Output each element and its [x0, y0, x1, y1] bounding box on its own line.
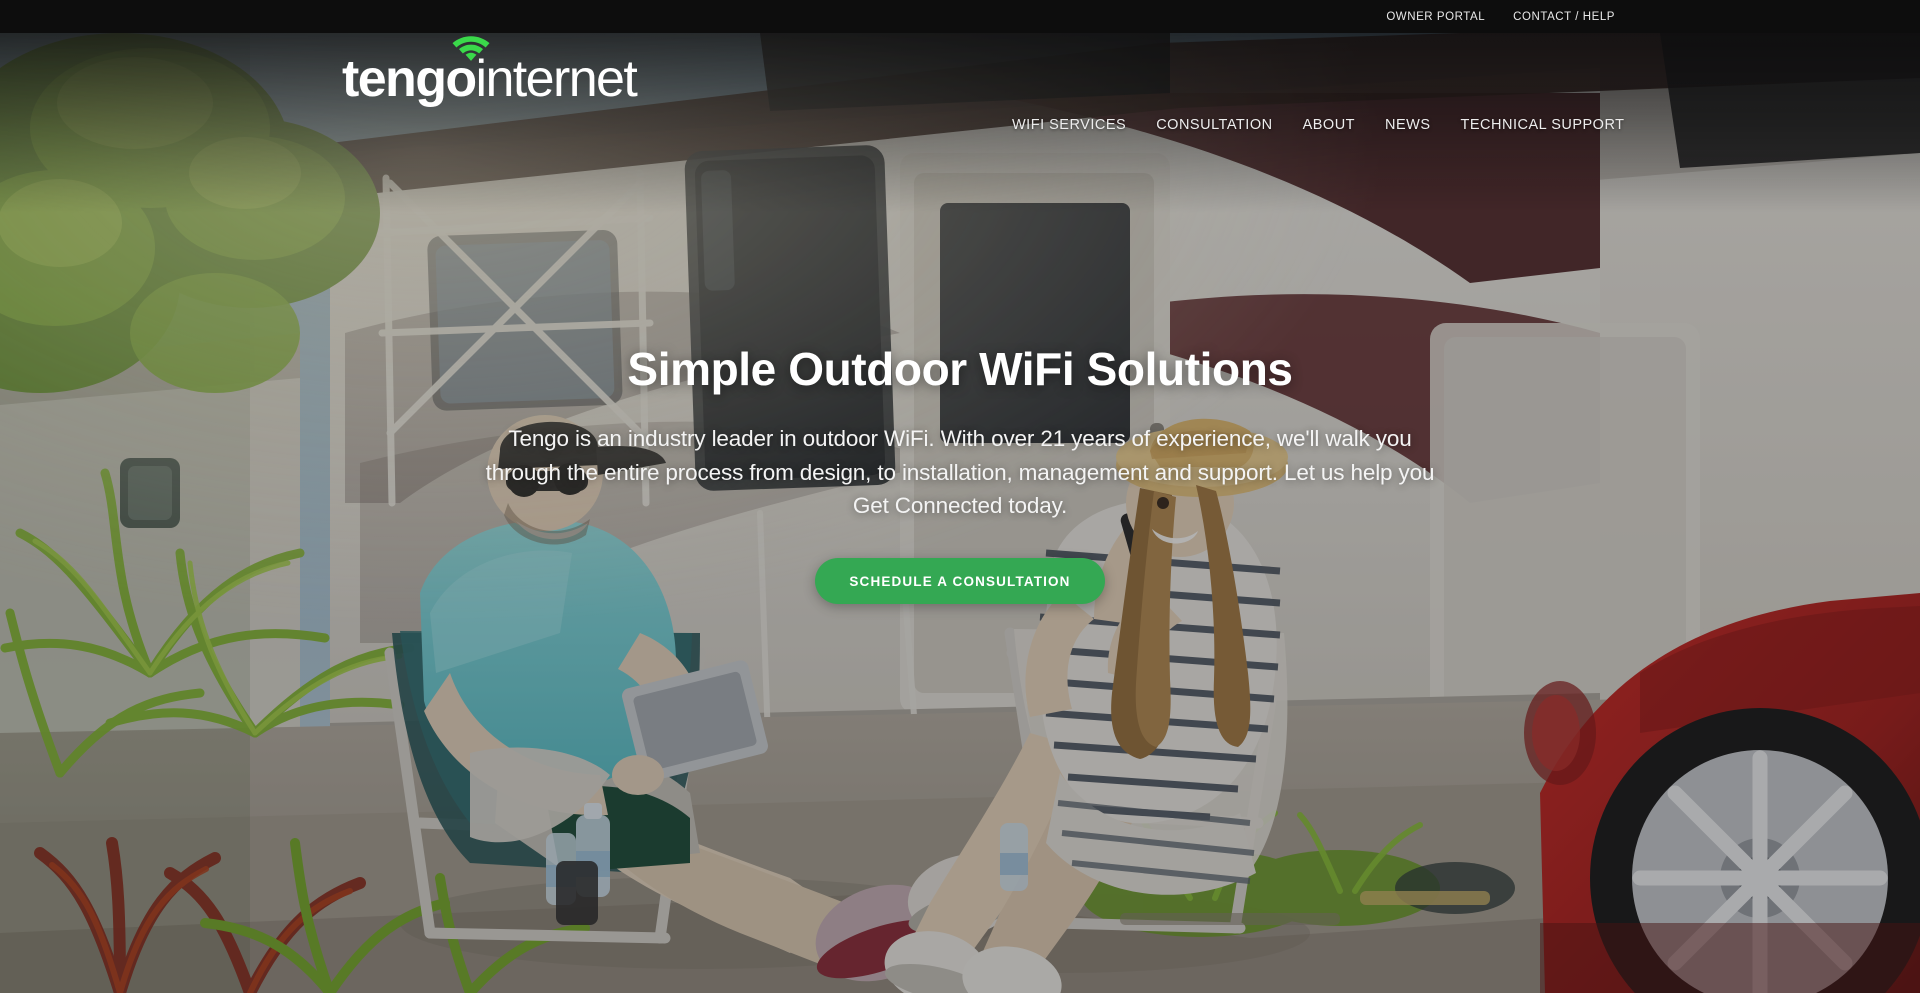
contact-help-link[interactable]: CONTACT / HELP	[1513, 11, 1615, 23]
nav-about[interactable]: ABOUT	[1303, 117, 1355, 133]
nav-wifi-services[interactable]: WIFI SERVICES	[1012, 117, 1126, 133]
owner-portal-link[interactable]: OWNER PORTAL	[1386, 11, 1485, 23]
schedule-consultation-button[interactable]: SCHEDULE A CONSULTATION	[815, 558, 1105, 605]
nav-technical-support[interactable]: TECHNICAL SUPPORT	[1461, 117, 1625, 133]
brand-name-light: internet	[475, 50, 638, 108]
page-title: Simple Outdoor WiFi Solutions	[627, 343, 1293, 395]
brand-logo[interactable]: tengointernet	[342, 36, 638, 108]
top-utility-links: OWNER PORTAL CONTACT / HELP	[1386, 11, 1920, 23]
wifi-icon	[452, 36, 490, 61]
main-navigation: WIFI SERVICES CONSULTATION ABOUT NEWS TE…	[1012, 117, 1625, 133]
hero-cta-wrapper: SCHEDULE A CONSULTATION	[455, 558, 1465, 605]
site-header: tengointernet WIFI SERVICES CONSULTATION…	[0, 33, 1920, 138]
hero-subtitle: Tengo is an industry leader in outdoor W…	[485, 426, 1435, 518]
top-utility-bar: OWNER PORTAL CONTACT / HELP	[0, 0, 1920, 33]
nav-news[interactable]: NEWS	[1385, 117, 1431, 133]
hero-text-block: Simple Outdoor WiFi Solutions Tengo is a…	[455, 343, 1465, 605]
nav-consultation[interactable]: CONSULTATION	[1156, 117, 1272, 133]
